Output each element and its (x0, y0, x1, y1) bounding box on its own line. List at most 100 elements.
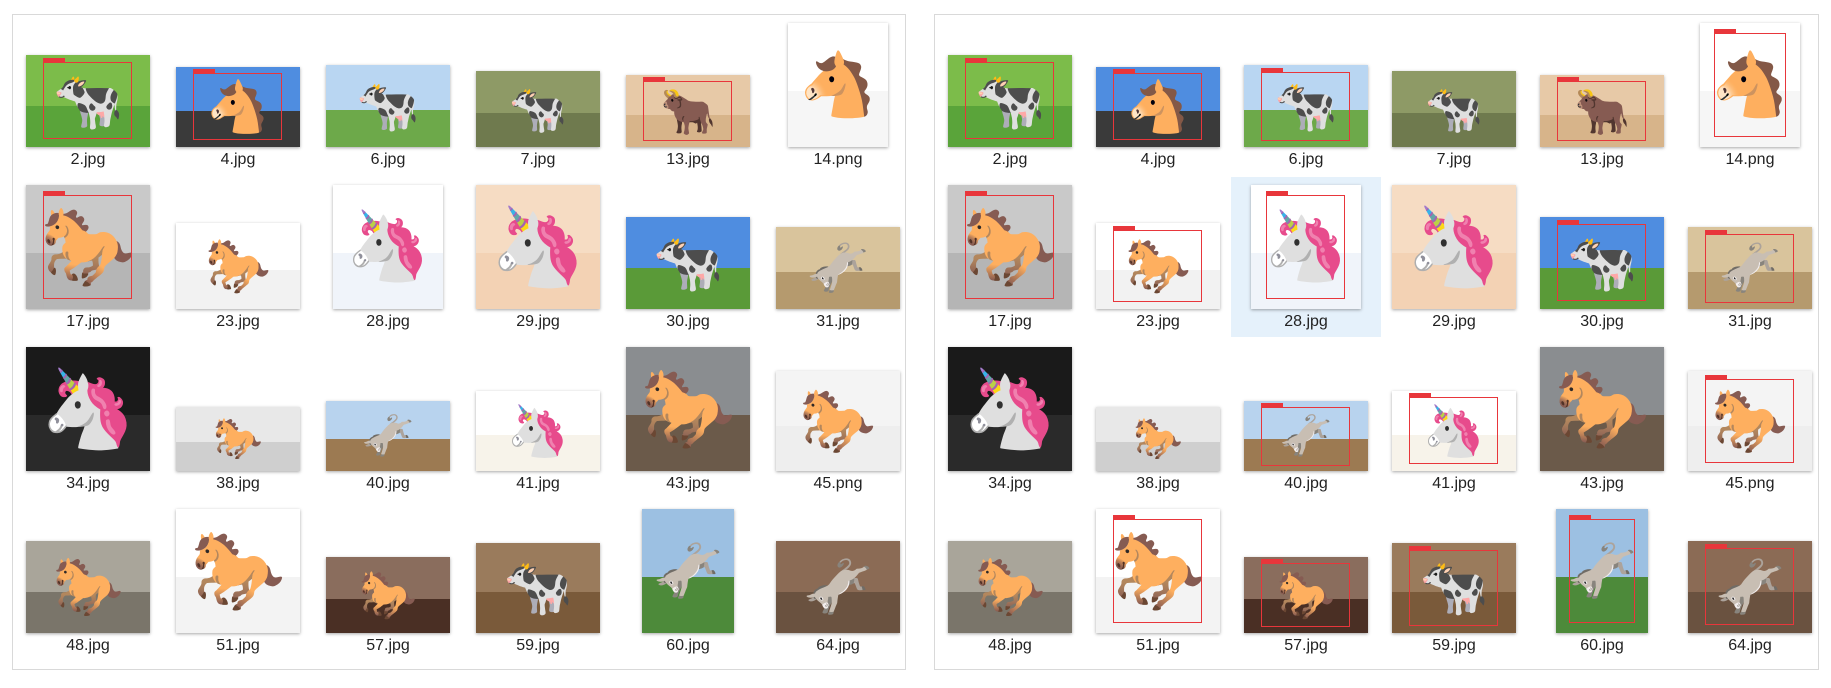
image-thumbnail[interactable]: 🫏 (642, 509, 734, 633)
image-thumbnail[interactable]: 🐄 (626, 217, 750, 309)
image-thumbnail[interactable]: 🐎 (26, 541, 150, 633)
file-item[interactable]: 🐂 13.jpg (1527, 15, 1677, 175)
file-item[interactable]: 🐄 7.jpg (463, 15, 613, 175)
file-item[interactable]: 🐴 4.jpg (163, 15, 313, 175)
file-item[interactable]: 🐎 17.jpg (13, 177, 163, 337)
file-item[interactable]: 🐎 51.jpg (163, 501, 313, 661)
image-thumbnail[interactable]: 🐄 (326, 65, 450, 147)
file-item[interactable]: 🐎 57.jpg (313, 501, 463, 661)
image-thumbnail[interactable]: 🐄 (1540, 217, 1664, 309)
image-thumbnail[interactable]: 🦄 (1392, 185, 1516, 309)
file-item[interactable]: 🐄 59.jpg (1379, 501, 1529, 661)
file-item[interactable]: 🫏 40.jpg (1231, 339, 1381, 499)
file-item[interactable]: 🐎 23.jpg (163, 177, 313, 337)
file-item[interactable]: 🐎 38.jpg (1083, 339, 1233, 499)
file-item[interactable]: 🐴 4.jpg (1083, 15, 1233, 175)
file-item[interactable]: 🐎 43.jpg (1527, 339, 1677, 499)
file-item[interactable]: 🐄 30.jpg (613, 177, 763, 337)
image-thumbnail[interactable]: 🦄 (1251, 185, 1361, 309)
image-thumbnail[interactable]: 🐄 (1392, 543, 1516, 633)
file-item[interactable]: 🦄 41.jpg (463, 339, 613, 499)
file-item[interactable]: 🐴 14.png (1675, 15, 1825, 175)
image-thumbnail[interactable]: 🐂 (1540, 75, 1664, 147)
file-item[interactable]: 🐎 23.jpg (1083, 177, 1233, 337)
file-item[interactable]: 🦄 41.jpg (1379, 339, 1529, 499)
image-thumbnail[interactable]: 🐄 (476, 543, 600, 633)
file-item[interactable]: 🐎 17.jpg (935, 177, 1085, 337)
image-thumbnail[interactable]: 🐎 (176, 509, 300, 633)
image-thumbnail[interactable]: 🐄 (1392, 71, 1516, 147)
image-thumbnail[interactable]: 🐴 (788, 23, 888, 147)
image-thumbnail[interactable]: 🐎 (176, 407, 300, 471)
image-thumbnail[interactable]: 🐴 (1700, 23, 1800, 147)
image-thumbnail[interactable]: 🫏 (776, 227, 900, 309)
image-thumbnail[interactable]: 🐎 (1096, 407, 1220, 471)
file-item[interactable]: 🫏 31.jpg (1675, 177, 1825, 337)
file-item[interactable]: 🐎 51.jpg (1083, 501, 1233, 661)
file-item[interactable]: 🐄 2.jpg (935, 15, 1085, 175)
file-item[interactable]: 🐎 45.png (1675, 339, 1825, 499)
image-thumbnail[interactable]: 🦄 (948, 347, 1072, 471)
file-item[interactable]: 🐄 6.jpg (1231, 15, 1381, 175)
image-thumbnail[interactable]: 🐴 (1096, 67, 1220, 147)
file-name-label: 28.jpg (366, 313, 410, 330)
file-name-label: 30.jpg (666, 313, 710, 330)
file-item[interactable]: 🐄 2.jpg (13, 15, 163, 175)
image-thumbnail[interactable]: 🦄 (1392, 391, 1516, 471)
file-item[interactable]: 🐴 14.png (763, 15, 913, 175)
file-item[interactable]: 🦄 29.jpg (1379, 177, 1529, 337)
image-thumbnail[interactable]: 🐂 (626, 75, 750, 147)
image-thumbnail[interactable]: 🫏 (1556, 509, 1648, 633)
file-explorer-panel-left[interactable]: 🐄 2.jpg 🐴 4.jpg 🐄 6.jpg 🐄 7.jpg 🐂 13.jpg 🐴 14.png 🐎 1… (12, 14, 906, 670)
image-thumbnail[interactable]: 🦄 (476, 185, 600, 309)
image-thumbnail[interactable]: 🐎 (1688, 371, 1812, 471)
image-thumbnail[interactable]: 🐎 (26, 185, 150, 309)
file-item[interactable]: 🐂 13.jpg (613, 15, 763, 175)
file-item[interactable]: 🦄 28.jpg (313, 177, 463, 337)
image-thumbnail[interactable]: 🐎 (948, 185, 1072, 309)
file-item[interactable]: 🫏 31.jpg (763, 177, 913, 337)
image-thumbnail[interactable]: 🫏 (1244, 401, 1368, 471)
file-item[interactable]: 🐄 59.jpg (463, 501, 613, 661)
file-item[interactable]: 🐎 57.jpg (1231, 501, 1381, 661)
file-item[interactable]: 🫏 64.jpg (1675, 501, 1825, 661)
file-item[interactable]: 🐎 45.png (763, 339, 913, 499)
file-item[interactable]: 🐎 43.jpg (613, 339, 763, 499)
image-thumbnail[interactable]: 🐄 (1244, 65, 1368, 147)
file-item[interactable]: 🐎 48.jpg (935, 501, 1085, 661)
file-item[interactable]: 🐄 6.jpg (313, 15, 463, 175)
image-thumbnail[interactable]: 🐎 (1540, 347, 1664, 471)
image-thumbnail[interactable]: 🐎 (948, 541, 1072, 633)
file-explorer-panel-right[interactable]: 🐄 2.jpg 🐴 4.jpg 🐄 6.jpg 🐄 7.jpg 🐂 13.jpg 🐴 14.png 🐎 1… (934, 14, 1819, 670)
file-item[interactable]: 🐎 48.jpg (13, 501, 163, 661)
image-thumbnail[interactable]: 🫏 (1688, 541, 1812, 633)
file-item[interactable]: 🐄 30.jpg (1527, 177, 1677, 337)
file-item[interactable]: 🫏 64.jpg (763, 501, 913, 661)
image-thumbnail[interactable]: 🐴 (176, 67, 300, 147)
image-thumbnail[interactable]: 🐎 (326, 557, 450, 633)
file-item[interactable]: 🐄 7.jpg (1379, 15, 1529, 175)
image-thumbnail[interactable]: 🐎 (1244, 557, 1368, 633)
file-item[interactable]: 🦄 34.jpg (13, 339, 163, 499)
image-thumbnail[interactable]: 🐎 (776, 371, 900, 471)
image-thumbnail[interactable]: 🐎 (626, 347, 750, 471)
file-item[interactable]: 🦄 29.jpg (463, 177, 613, 337)
image-thumbnail[interactable]: 🐎 (1096, 509, 1220, 633)
file-item[interactable]: 🫏 60.jpg (1527, 501, 1677, 661)
image-thumbnail[interactable]: 🐎 (1096, 223, 1220, 309)
image-thumbnail[interactable]: 🐄 (476, 71, 600, 147)
file-item[interactable]: 🦄 28.jpg (1231, 177, 1381, 337)
image-thumbnail[interactable]: 🐎 (176, 223, 300, 309)
image-thumbnail[interactable]: 🐄 (26, 55, 150, 147)
image-thumbnail[interactable]: 🐄 (948, 55, 1072, 147)
file-item[interactable]: 🫏 40.jpg (313, 339, 463, 499)
file-item[interactable]: 🦄 34.jpg (935, 339, 1085, 499)
image-thumbnail[interactable]: 🫏 (776, 541, 900, 633)
image-thumbnail[interactable]: 🫏 (326, 401, 450, 471)
image-thumbnail[interactable]: 🦄 (476, 391, 600, 471)
file-item[interactable]: 🫏 60.jpg (613, 501, 763, 661)
image-thumbnail[interactable]: 🦄 (26, 347, 150, 471)
image-thumbnail[interactable]: 🦄 (333, 185, 443, 309)
file-item[interactable]: 🐎 38.jpg (163, 339, 313, 499)
image-thumbnail[interactable]: 🫏 (1688, 227, 1812, 309)
